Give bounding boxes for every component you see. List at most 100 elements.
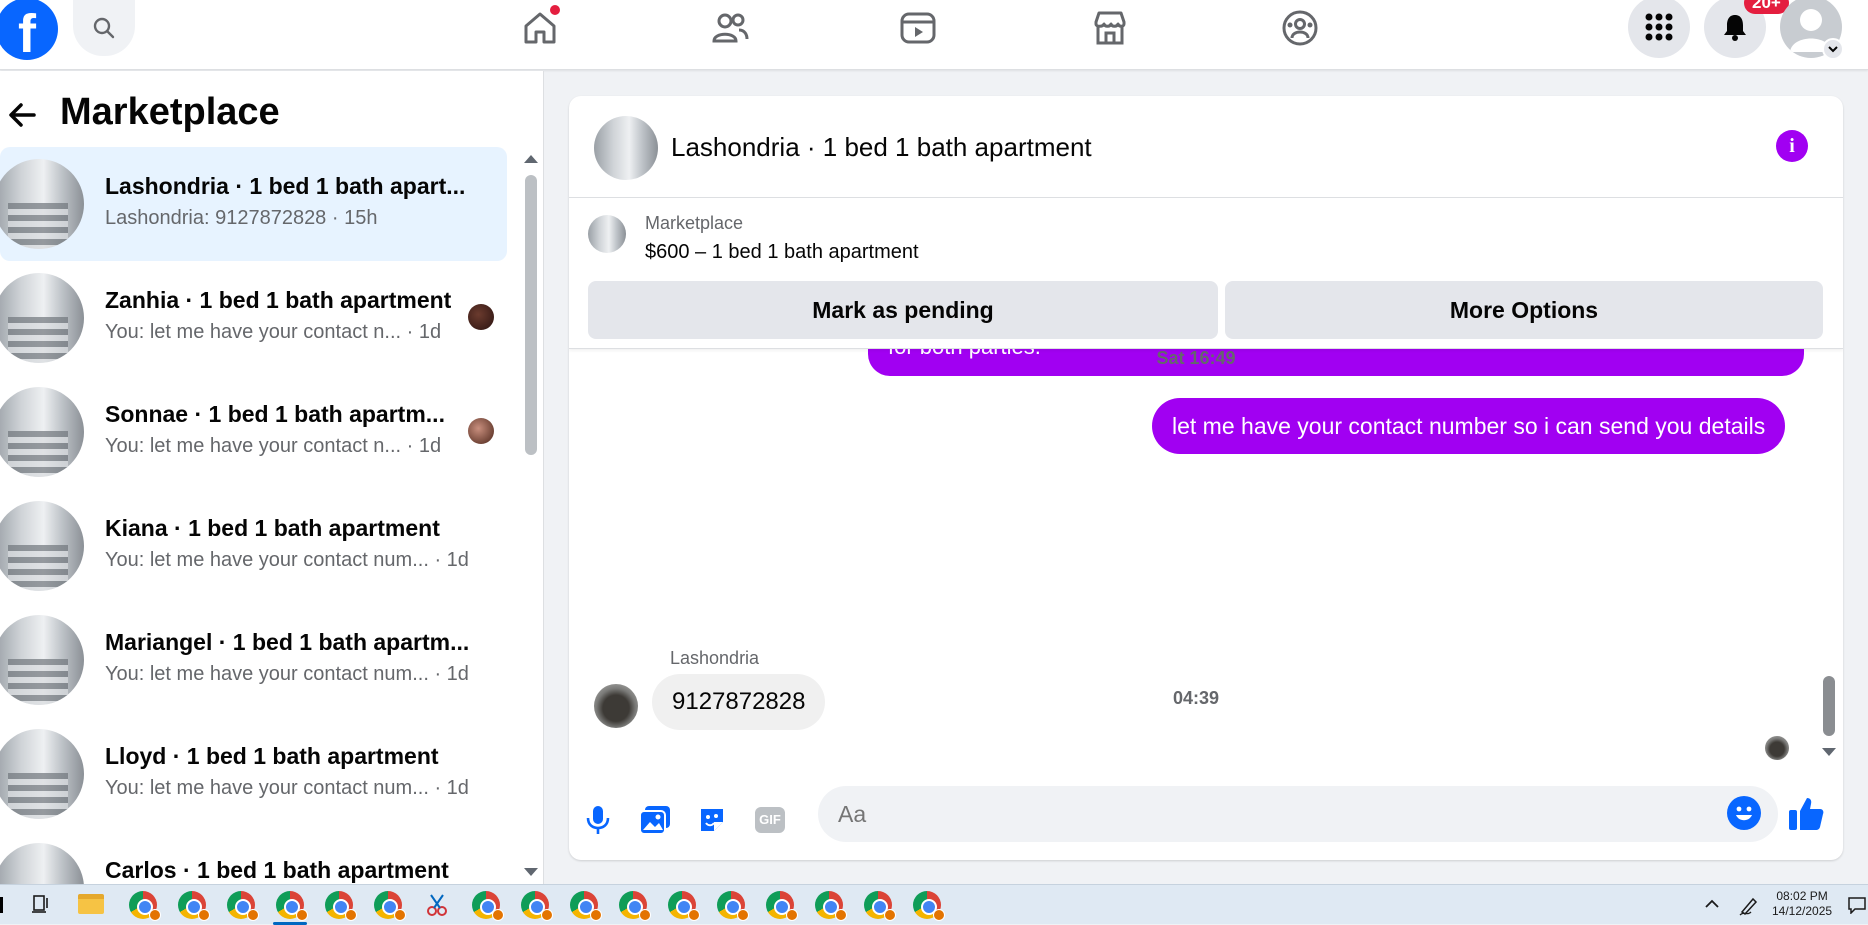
- conversation-list: Lashondria · 1 bed 1 bath apart... Lasho…: [0, 147, 510, 884]
- sender-name: Lashondria: [670, 648, 760, 668]
- scroll-up-arrow[interactable]: [524, 155, 538, 163]
- chrome-taskbar-icon[interactable]: [619, 891, 651, 921]
- chat-scrollbar-thumb[interactable]: [1823, 676, 1835, 736]
- notification-center-button[interactable]: [1848, 896, 1866, 919]
- chrome-taskbar-icon[interactable]: [766, 891, 798, 921]
- conversation-item[interactable]: Sonnae · 1 bed 1 bath apartm... You: let…: [0, 375, 507, 489]
- conversation-name: Lloyd · 1 bed 1 bath apartment: [105, 743, 439, 769]
- message-composer: GIF: [569, 786, 1843, 860]
- menu-button[interactable]: [1628, 0, 1690, 58]
- gif-icon: GIF: [755, 807, 785, 833]
- info-icon[interactable]: i: [1776, 130, 1808, 162]
- taskbar-edge: [0, 897, 3, 913]
- photo-gallery-icon: [639, 806, 670, 835]
- seen-avatar: [468, 304, 494, 330]
- conversation-item[interactable]: Zanhia · 1 bed 1 bath apartment You: let…: [0, 261, 507, 375]
- listing-thumbnail: [0, 615, 84, 705]
- scissors-icon: [427, 894, 447, 916]
- file-explorer-icon[interactable]: [78, 894, 104, 914]
- listing-source-label: Marketplace: [645, 213, 744, 233]
- home-tab[interactable]: [510, 2, 570, 54]
- message-timestamp: Sat 16:49: [1156, 348, 1236, 368]
- mark-as-pending-button[interactable]: Mark as pending: [588, 281, 1218, 339]
- apps-grid-icon: [1645, 13, 1673, 41]
- friends-icon: [712, 13, 749, 43]
- chrome-taskbar-icon[interactable]: [374, 891, 406, 921]
- facebook-logo[interactable]: f: [0, 0, 58, 60]
- conversation-item[interactable]: Mariangel · 1 bed 1 bath apartm... You: …: [0, 603, 507, 717]
- incoming-message: 9127872828: [652, 674, 826, 730]
- back-button[interactable]: [4, 97, 40, 133]
- chrome-taskbar-icon[interactable]: [668, 891, 700, 921]
- arrow-left-icon: [9, 103, 36, 127]
- conversation-item[interactable]: Carlos · 1 bed 1 bath apartment: [0, 831, 507, 884]
- smiley-icon: [1736, 806, 1752, 821]
- sticker-icon: [701, 809, 723, 831]
- emoji-button[interactable]: [1727, 796, 1761, 830]
- message-input[interactable]: [818, 786, 1778, 842]
- conversation-preview: You: let me have your contact num... · 1…: [105, 777, 469, 799]
- conversation-item[interactable]: Lloyd · 1 bed 1 bath apartment You: let …: [0, 717, 507, 831]
- chrome-taskbar-icon[interactable]: [717, 891, 749, 921]
- chrome-taskbar-icon[interactable]: [864, 891, 896, 921]
- chrome-taskbar-icon[interactable]: [521, 891, 553, 921]
- conversation-name: Kiana · 1 bed 1 bath apartment: [105, 515, 440, 541]
- bell-icon: [1724, 15, 1746, 41]
- microphone-icon: [586, 806, 610, 834]
- notifications-badge: 20+: [1744, 0, 1789, 14]
- chrome-taskbar-icon[interactable]: [815, 891, 847, 921]
- listing-card: Marketplace $600 – 1 bed 1 bath apartmen…: [569, 199, 1843, 349]
- account-menu-chevron[interactable]: [1822, 38, 1844, 60]
- conversation-item[interactable]: Lashondria · 1 bed 1 bath apart... Lasho…: [0, 147, 507, 261]
- conversation-preview: You: let me have your contact num... · 1…: [105, 549, 469, 571]
- groups-tab[interactable]: [1270, 2, 1330, 54]
- conversation-item[interactable]: Kiana · 1 bed 1 bath apartment You: let …: [0, 489, 507, 603]
- chrome-taskbar-icon[interactable]: [570, 891, 602, 921]
- chat-scroll-down-arrow[interactable]: [1822, 748, 1836, 756]
- conversation-name: Carlos · 1 bed 1 bath apartment: [105, 857, 449, 883]
- marketplace-icon: [1094, 11, 1126, 45]
- more-options-button[interactable]: More Options: [1225, 281, 1823, 339]
- listing-thumbnail: [0, 273, 84, 363]
- conversation-preview: You: let me have your contact n... · 1d: [105, 435, 442, 457]
- pen-icon: [1739, 897, 1758, 916]
- chrome-taskbar-icon[interactable]: [276, 891, 308, 921]
- conversation-preview: Lashondria: 9127872828 · 15h: [105, 207, 378, 229]
- chat-header: Lashondria · 1 bed 1 bath apartment i: [569, 96, 1843, 198]
- chrome-taskbar-icon[interactable]: [227, 891, 259, 921]
- gif-button[interactable]: GIF: [750, 800, 790, 840]
- sender-avatar[interactable]: [594, 684, 638, 728]
- conversation-name: Lashondria · 1 bed 1 bath apart...: [105, 173, 466, 199]
- thumbs-up-icon: [1789, 798, 1824, 830]
- clock-date: 14/12/2025: [1772, 904, 1833, 918]
- friends-tab[interactable]: [700, 2, 760, 54]
- sticker-button[interactable]: [692, 800, 732, 840]
- conversation-name: Mariangel · 1 bed 1 bath apartm...: [105, 629, 470, 655]
- like-button[interactable]: [1784, 792, 1828, 836]
- marketplace-tab[interactable]: [1080, 2, 1140, 54]
- search-button[interactable]: [73, 0, 135, 56]
- snipping-tool-icon[interactable]: [423, 891, 451, 919]
- scroll-down-arrow[interactable]: [524, 868, 538, 876]
- sidebar-scrollbar-thumb[interactable]: [525, 175, 537, 455]
- tray-overflow-button[interactable]: [1704, 897, 1720, 916]
- pen-tray-button[interactable]: [1738, 894, 1760, 921]
- attach-photo-button[interactable]: [635, 800, 675, 840]
- marketplace-inbox-sidebar: Marketplace Lashondria · 1 bed 1 bath ap…: [0, 71, 544, 884]
- chrome-taskbar-icon[interactable]: [472, 891, 504, 921]
- read-receipt-avatar: [1765, 736, 1789, 760]
- task-view-button[interactable]: [30, 893, 52, 920]
- system-clock[interactable]: 08:02 PM 14/12/2025: [1772, 889, 1832, 919]
- seen-avatar: [468, 418, 494, 444]
- chat-title[interactable]: Lashondria · 1 bed 1 bath apartment: [671, 132, 1092, 163]
- listing-thumbnail[interactable]: [594, 116, 658, 180]
- video-tab[interactable]: [888, 2, 948, 54]
- listing-price-title[interactable]: $600 – 1 bed 1 bath apartment: [645, 241, 919, 264]
- chrome-taskbar-icon[interactable]: [325, 891, 357, 921]
- chrome-taskbar-icon[interactable]: [913, 891, 945, 921]
- top-navigation-bar: f 20+: [0, 0, 1868, 70]
- voice-clip-button[interactable]: [578, 800, 618, 840]
- chrome-taskbar-icon[interactable]: [178, 891, 210, 921]
- chrome-taskbar-icon[interactable]: [129, 891, 161, 921]
- chat-panel: Lashondria · 1 bed 1 bath apartment i Ma…: [569, 96, 1843, 860]
